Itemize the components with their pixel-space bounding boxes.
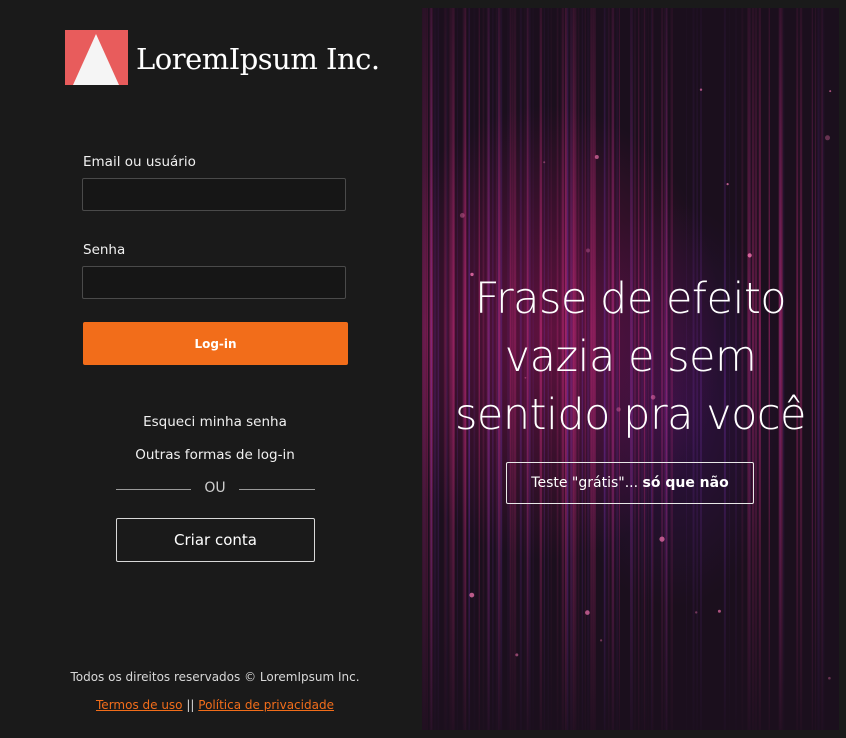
login-panel: LoremIpsum Inc. Email ou usuário Senha L… xyxy=(0,0,422,738)
footer-links: Termos de uso || Política de privacidade xyxy=(20,698,410,712)
brand-name: LoremIpsum Inc. xyxy=(136,41,380,76)
other-login-link[interactable]: Outras formas de log-in xyxy=(82,447,348,463)
footer-separator: || xyxy=(186,698,195,712)
headline-line: sentido pra você xyxy=(454,390,807,440)
trial-button[interactable]: Teste "grátis"... só que não xyxy=(506,462,754,504)
headline-line: Frase de efeito xyxy=(474,274,787,324)
copyright-text: Todos os direitos reservados © LoremIpsu… xyxy=(70,670,360,684)
email-label: Email ou usuário xyxy=(83,154,196,170)
password-label: Senha xyxy=(83,242,126,258)
forgot-password-link[interactable]: Esqueci minha senha xyxy=(82,414,348,430)
divider-line-right xyxy=(239,489,315,490)
trial-button-prefix: Teste "grátis"... xyxy=(531,475,639,491)
brand-logo[interactable]: LoremIpsum Inc. xyxy=(65,30,380,85)
password-field[interactable] xyxy=(82,266,346,299)
create-account-button[interactable]: Criar conta xyxy=(116,518,315,562)
divider-line-left xyxy=(116,489,191,490)
triangle-logo-icon xyxy=(65,30,128,85)
terms-link[interactable]: Termos de uso xyxy=(96,698,183,712)
privacy-link[interactable]: Política de privacidade xyxy=(198,698,334,712)
hero-panel: Frase de efeito vazia e sem sentido pra … xyxy=(422,8,839,730)
login-button[interactable]: Log-in xyxy=(83,322,348,365)
headline-line: vazia e sem xyxy=(504,332,757,382)
hero-headline: Frase de efeito vazia e sem sentido pra … xyxy=(422,270,839,444)
divider-text: OU xyxy=(204,480,226,496)
email-field[interactable] xyxy=(82,178,346,211)
trial-button-bold: só que não xyxy=(642,475,729,491)
